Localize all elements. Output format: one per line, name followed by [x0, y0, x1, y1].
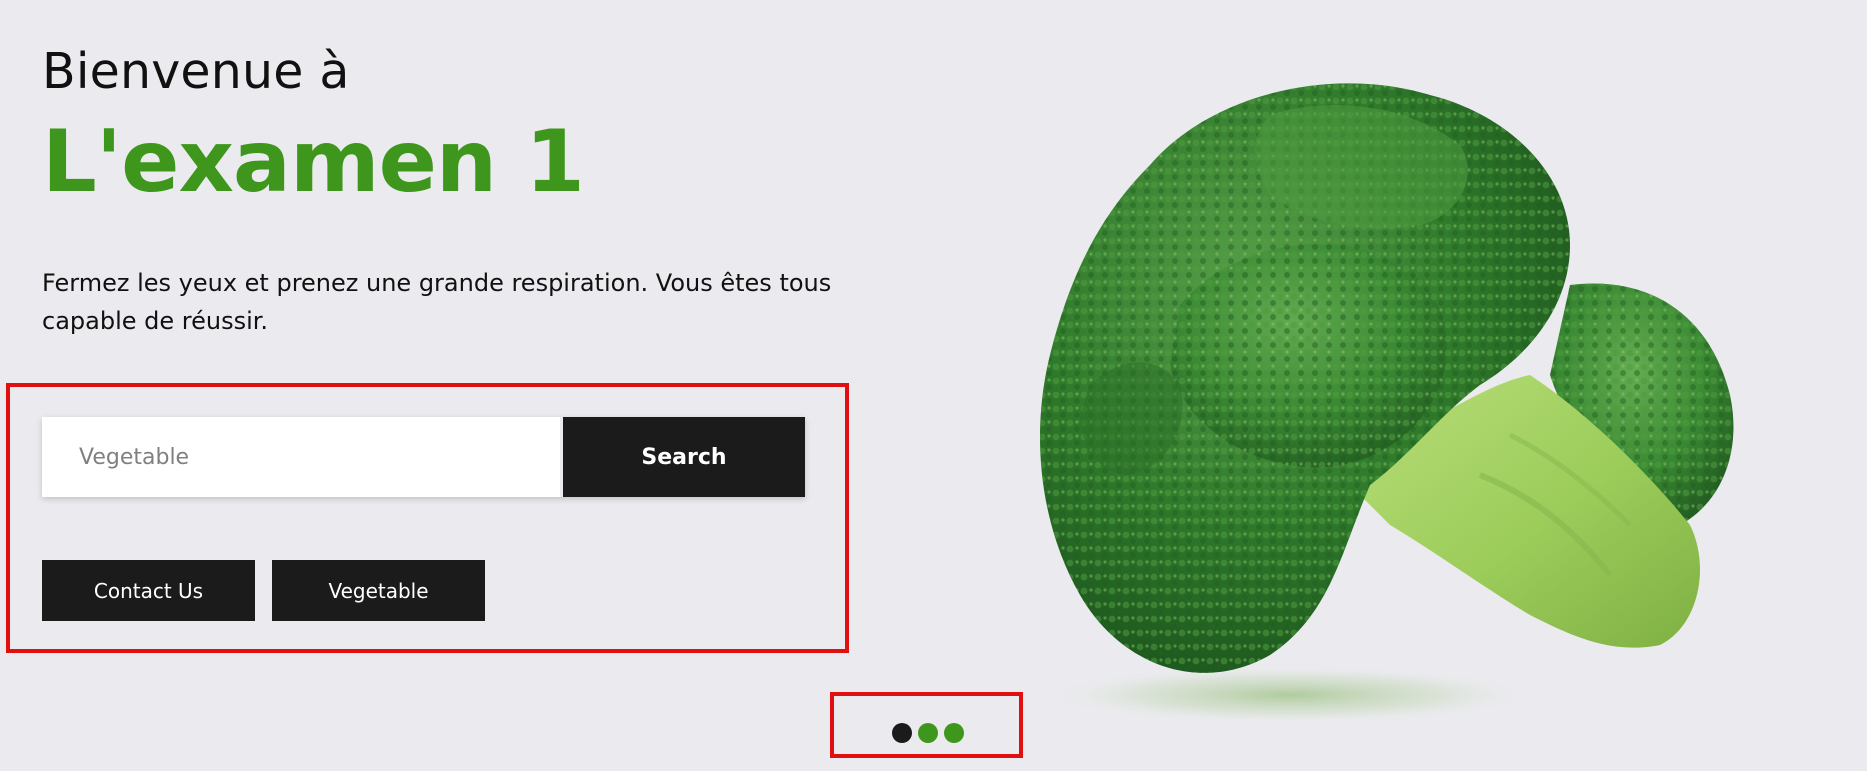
search-input[interactable] [42, 417, 560, 497]
search-bar: Search [42, 417, 805, 497]
vegetable-button[interactable]: Vegetable [272, 560, 485, 621]
carousel-dot-1[interactable] [892, 723, 912, 743]
broccoli-image [1040, 83, 1734, 725]
hero-title: L'examen 1 [42, 112, 585, 212]
action-buttons: Contact Us Vegetable [42, 560, 485, 621]
search-button[interactable]: Search [563, 417, 805, 497]
carousel-dot-3[interactable] [944, 723, 964, 743]
carousel-dot-2[interactable] [918, 723, 938, 743]
hero-greeting: Bienvenue à [42, 43, 350, 100]
hero-subtitle: Fermez les yeux et prenez une grande res… [42, 269, 832, 335]
hero-text: Bienvenue à L'examen 1 Fermez les yeux e… [42, 40, 902, 340]
carousel-dots [892, 723, 964, 743]
contact-us-button[interactable]: Contact Us [42, 560, 255, 621]
